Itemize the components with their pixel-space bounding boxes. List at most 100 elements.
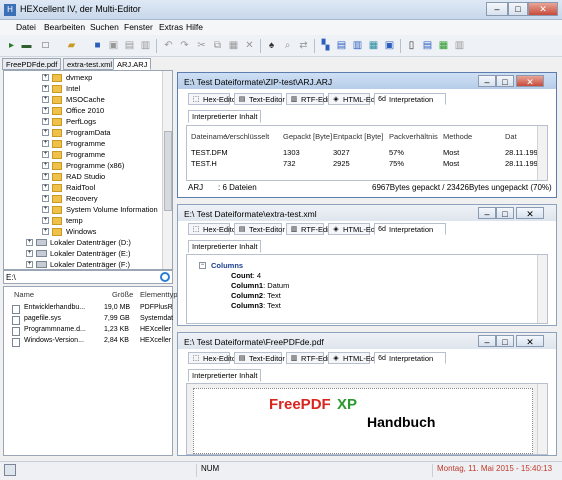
tree-item[interactable]: + Programme (x86) xyxy=(4,160,164,171)
minimize-button[interactable]: – xyxy=(486,2,508,16)
tree-item[interactable]: + Office 2010 xyxy=(4,105,164,116)
file-row[interactable]: Windows-Version... 2,84 KB HEXceller xyxy=(8,337,173,348)
tab-interpretierter-inhalt[interactable]: Interpretierter Inhalt xyxy=(188,240,262,253)
menu-suchen[interactable]: Suchen xyxy=(90,22,119,32)
tab-interpretation[interactable]: 6d Interpretation xyxy=(374,223,446,235)
sub-close-button[interactable]: ✕ xyxy=(516,207,544,219)
expand-icon[interactable]: + xyxy=(42,140,49,147)
xml-node[interactable]: Column3: Text xyxy=(231,301,281,310)
tab-hexeditor[interactable]: ⬚ Hex-Editor xyxy=(188,223,238,235)
xml-tree-view[interactable]: − Columns Count: 4 Column1: Datum Column2: T… xyxy=(186,254,548,324)
table-header[interactable]: Methode xyxy=(443,132,472,141)
tree-item[interactable]: + temp xyxy=(4,215,164,226)
table-scrollbar[interactable] xyxy=(537,126,547,180)
tab-texteditor[interactable]: ▤ Text-Editor xyxy=(234,352,285,364)
copy-icon[interactable]: ⧉ xyxy=(210,38,225,53)
tile-horizontal-icon[interactable]: ▤ xyxy=(334,38,349,53)
open-folder-icon[interactable]: ▰ xyxy=(64,38,79,53)
file-row[interactable]: pagefile.sys 7,99 GB Systemdat xyxy=(8,315,173,326)
print-preview-icon[interactable]: ▥ xyxy=(138,38,153,53)
calculator-icon[interactable]: ▯ xyxy=(404,38,419,53)
table-header[interactable]: Dat xyxy=(505,132,517,141)
cut-icon[interactable]: ✂ xyxy=(194,38,209,53)
cascade-icon[interactable]: ▚ xyxy=(318,38,333,53)
close-all-icon[interactable]: ▣ xyxy=(382,38,397,53)
sub-maximize-button[interactable]: □ xyxy=(496,335,514,347)
expand-icon[interactable]: + xyxy=(42,74,49,81)
tree-item[interactable]: + RAD Studio xyxy=(4,171,164,182)
column-type[interactable]: Elementtyp xyxy=(140,290,178,299)
replace-icon[interactable]: ⇄ xyxy=(296,38,311,53)
archive-table[interactable]: Dateiname Verschlüsselt Gepackt [Byte] Entp… xyxy=(186,125,548,181)
menu-extras[interactable]: Extras xyxy=(159,22,183,32)
xml-node[interactable]: Column1: Datum xyxy=(231,281,289,290)
menu-bearbeiten[interactable]: Bearbeiten xyxy=(44,22,85,32)
close-button[interactable]: ✕ xyxy=(528,2,558,16)
xml-node[interactable]: Column2: Text xyxy=(231,291,281,300)
tab-interpretation[interactable]: 6d Interpretation xyxy=(374,352,446,364)
tab-interpretation[interactable]: 6d Interpretation xyxy=(374,93,446,105)
expand-icon[interactable]: + xyxy=(42,129,49,136)
tab-extra-test[interactable]: extra-test.xml xyxy=(63,58,117,70)
file-row[interactable]: Programmname.d... 1,23 KB HEXceller xyxy=(8,326,173,337)
xml-node[interactable]: − Columns xyxy=(199,261,243,270)
find-next-icon[interactable]: ⌕ xyxy=(280,38,295,53)
tree-item[interactable]: + Lokaler Datenträger (E:) xyxy=(4,248,164,259)
tree-item[interactable]: + dvmexp xyxy=(4,72,164,83)
expand-icon[interactable]: + xyxy=(42,184,49,191)
tree-item[interactable]: + Windows xyxy=(4,226,164,237)
save-icon[interactable]: ■ xyxy=(90,38,105,53)
arrange-icon[interactable]: ▦ xyxy=(366,38,381,53)
tree-item[interactable]: + Intel xyxy=(4,83,164,94)
expand-icon[interactable]: + xyxy=(42,217,49,224)
tab-htmleditor[interactable]: ◈ HTML-Editor xyxy=(328,93,386,105)
path-field[interactable]: E:\ xyxy=(3,270,173,284)
tab-texteditor[interactable]: ▤ Text-Editor xyxy=(234,93,285,105)
tree-item[interactable]: + System Volume Information xyxy=(4,204,164,215)
tree-scrollbar[interactable] xyxy=(162,71,172,269)
table-header[interactable]: Packverhältnis xyxy=(389,132,438,141)
save-all-icon[interactable]: ▣ xyxy=(106,38,121,53)
tab-arj[interactable]: ARJ.ARJ xyxy=(113,58,152,70)
terminal-icon[interactable]: ▬ xyxy=(19,38,34,53)
sub-minimize-button[interactable]: – xyxy=(478,335,496,347)
tab-hexeditor[interactable]: ⬚ Hex-Editor xyxy=(188,352,238,364)
menu-datei[interactable]: Datei xyxy=(16,22,36,32)
tab-interpretierter-inhalt[interactable]: Interpretierter Inhalt xyxy=(188,369,262,382)
tab-htmleditor[interactable]: ◈ HTML-Editor xyxy=(328,352,386,364)
tab-rtfeditor[interactable]: ▥ RTF-Editor xyxy=(286,223,338,235)
tree-item[interactable]: + Lokaler Datenträger (F:) xyxy=(4,259,164,269)
table-header[interactable]: Entpackt [Byte] xyxy=(333,132,383,141)
xml-scrollbar[interactable] xyxy=(537,255,547,323)
expand-icon[interactable]: + xyxy=(42,107,49,114)
document-icon[interactable]: ▤ xyxy=(420,38,435,53)
tab-interpretierter-inhalt[interactable]: Interpretierter Inhalt xyxy=(188,110,262,123)
tree-item[interactable]: + Programme xyxy=(4,138,164,149)
pdf-scrollbar[interactable] xyxy=(537,384,547,454)
expand-icon[interactable]: + xyxy=(42,96,49,103)
find-icon[interactable]: ♠ xyxy=(264,38,279,53)
sub-maximize-button[interactable]: □ xyxy=(496,75,514,87)
refresh-icon[interactable] xyxy=(160,272,170,282)
tab-rtfeditor[interactable]: ▥ RTF-Editor xyxy=(286,93,338,105)
folder-tree[interactable]: + dvmexp + Intel + MSOCache + Office 2010 + PerfL… xyxy=(3,70,173,270)
expand-icon[interactable]: + xyxy=(42,195,49,202)
sub-maximize-button[interactable]: □ xyxy=(496,207,514,219)
table-header[interactable]: Gepackt [Byte] xyxy=(283,132,332,141)
tab-rtfeditor[interactable]: ▥ RTF-Editor xyxy=(286,352,338,364)
expand-icon[interactable]: + xyxy=(42,206,49,213)
sub-minimize-button[interactable]: – xyxy=(478,207,496,219)
expand-icon[interactable]: + xyxy=(42,118,49,125)
file-row[interactable]: Entwicklerhandbu... 19,0 MB PDFPlusR xyxy=(8,304,173,315)
tree-item[interactable]: + ProgramData xyxy=(4,127,164,138)
expand-icon[interactable]: + xyxy=(42,162,49,169)
pdf-preview[interactable]: FreePDF XP Handbuch xyxy=(186,383,548,455)
table-header[interactable]: Verschlüsselt xyxy=(225,132,269,141)
menu-fenster[interactable]: Fenster xyxy=(124,22,153,32)
tree-item[interactable]: + Recovery xyxy=(4,193,164,204)
tab-freepdfde[interactable]: FreePDFde.pdf xyxy=(2,58,62,70)
table-icon[interactable]: ▦ xyxy=(436,38,451,53)
menu-hilfe[interactable]: Hilfe xyxy=(186,22,203,32)
redo-icon[interactable]: ↷ xyxy=(177,38,192,53)
undo-icon[interactable]: ↶ xyxy=(161,38,176,53)
